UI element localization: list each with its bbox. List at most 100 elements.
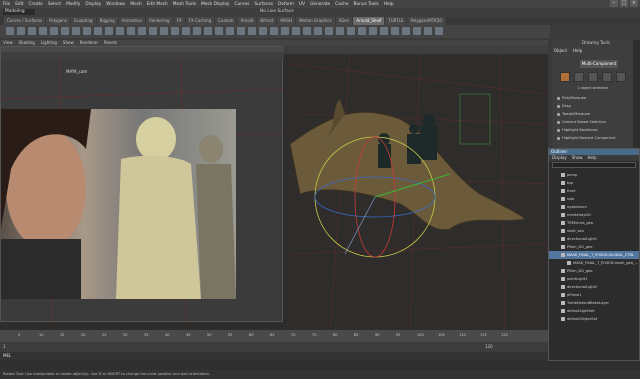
range-start[interactable]: 1 <box>3 344 6 349</box>
shelf-tool-icon[interactable] <box>116 27 124 35</box>
shelf-tool-icon[interactable] <box>226 27 234 35</box>
maximize-icon[interactable]: □ <box>620 0 628 7</box>
shelf-tool-icon[interactable] <box>160 27 168 35</box>
shelf-tool-icon[interactable] <box>413 27 421 35</box>
shelf-tab[interactable]: PolygonsMTK50 <box>407 17 445 25</box>
outliner-row[interactable]: TurtleDefaultBakeLayer <box>549 299 639 307</box>
menu-item-bonus-tools[interactable]: Bonus Tools <box>354 2 379 7</box>
shelf-tab[interactable]: XGen <box>335 17 353 25</box>
outliner-row[interactable]: front <box>549 187 639 195</box>
shelf-tool-icon[interactable] <box>94 27 102 35</box>
shelf-tool-icon[interactable] <box>424 27 432 35</box>
menu-item-help[interactable]: Help <box>384 2 394 7</box>
shelf-tab[interactable]: Rendering <box>146 17 173 25</box>
menu-item-mesh[interactable]: Mesh <box>130 2 141 7</box>
shelf-tab[interactable]: Rigging <box>96 17 118 25</box>
shelf-tool-icon[interactable] <box>182 27 190 35</box>
shelf-tool-icon[interactable] <box>127 27 135 35</box>
menu-item-file[interactable]: File <box>3 2 10 7</box>
outliner-menu-item[interactable]: Show <box>572 155 583 161</box>
menu-item-display[interactable]: Display <box>85 2 101 7</box>
menu-item-deform[interactable]: Deform <box>278 2 294 7</box>
menu-item-cache[interactable]: Cache <box>335 2 348 7</box>
mode-selector[interactable]: Modeling <box>3 9 35 15</box>
shelf-tool-icon[interactable] <box>17 27 25 35</box>
shelf-tool-icon[interactable] <box>171 27 179 35</box>
face-mode-icon[interactable] <box>602 72 612 82</box>
menu-item-edit[interactable]: Edit <box>15 2 23 7</box>
side-tab-strip[interactable] <box>633 40 640 150</box>
close-icon[interactable]: × <box>630 0 638 7</box>
shelf-tool-icon[interactable] <box>204 27 212 35</box>
shelf-tool-icon[interactable] <box>149 27 157 35</box>
option-radio-icon[interactable] <box>557 120 560 124</box>
shelf-tool-icon[interactable] <box>72 27 80 35</box>
shelf-tool-icon[interactable] <box>6 27 14 35</box>
outliner-row[interactable]: MASK_FINAL_T_POSED:GLOBAL_CTRL <box>549 251 639 259</box>
menu-item-generate[interactable]: Generate <box>310 2 330 7</box>
shelf-tab[interactable]: Polygons <box>46 17 70 25</box>
shelf-tool-icon[interactable] <box>314 27 322 35</box>
menu-item-uv[interactable]: UV <box>299 2 305 7</box>
shelf-tool-icon[interactable] <box>193 27 201 35</box>
outliner-row[interactable]: defaultObjectSet <box>549 315 639 323</box>
shelf-tool-icon[interactable] <box>237 27 245 35</box>
shelf-tool-icon[interactable] <box>435 27 443 35</box>
shelf-tool-icon[interactable] <box>248 27 256 35</box>
menu-item-select[interactable]: Select <box>48 2 61 7</box>
option-radio-icon[interactable] <box>557 104 560 108</box>
shelf-tab[interactable]: Custom <box>215 17 237 25</box>
menu-item-mesh-display[interactable]: Mesh Display <box>201 2 230 7</box>
live-surface-label[interactable]: No Live Surface <box>260 9 294 14</box>
shelf-tool-icon[interactable] <box>138 27 146 35</box>
shelf-tool-icon[interactable] <box>259 27 267 35</box>
outliner-menu-item[interactable]: Display <box>552 155 567 161</box>
outliner-row[interactable]: persp <box>549 171 639 179</box>
outliner-search-input[interactable] <box>552 162 636 168</box>
shelf-tab[interactable]: Sculpting <box>70 17 96 25</box>
menu-item-curves[interactable]: Curves <box>234 2 249 7</box>
shelf-tool-icon[interactable] <box>391 27 399 35</box>
outliner-row[interactable]: shoit_san <box>549 227 639 235</box>
range-slider[interactable]: 1 120 <box>0 342 548 352</box>
tool-settings-menu-item[interactable]: Object <box>554 48 567 53</box>
shelf-tool-icon[interactable] <box>336 27 344 35</box>
shelf-tab[interactable]: Animation <box>118 17 146 25</box>
tool-option[interactable]: Drag <box>557 104 571 108</box>
option-radio-icon[interactable] <box>557 128 560 132</box>
shelf-tool-icon[interactable] <box>61 27 69 35</box>
shelf-tool-icon[interactable] <box>39 27 47 35</box>
outliner-row[interactable]: Pillen_DG_geo <box>549 243 639 251</box>
outliner-row[interactable]: TREElines_geo <box>549 219 639 227</box>
shelf-tab[interactable]: Arnold_Shelf <box>353 17 385 25</box>
object-mode-icon[interactable] <box>560 72 570 82</box>
shelf-tool-icon[interactable] <box>292 27 300 35</box>
shelf-tool-icon[interactable] <box>281 27 289 35</box>
shelf-tool-icon[interactable] <box>369 27 377 35</box>
tool-settings-menu-item[interactable]: Help <box>573 48 582 53</box>
shelf-tab[interactable]: Motion Graphics <box>296 17 335 25</box>
outliner-row[interactable]: pPlane1 <box>549 291 639 299</box>
shelf-tab[interactable]: Curves / Surfaces <box>4 17 46 25</box>
menu-item-modify[interactable]: Modify <box>66 2 80 7</box>
range-end[interactable]: 120 <box>485 344 493 349</box>
minimize-icon[interactable]: – <box>610 0 618 7</box>
shelf-tab[interactable]: TURTLE <box>385 17 407 25</box>
tool-option[interactable]: Tweak/Marquee <box>557 112 590 116</box>
vertex-mode-icon[interactable] <box>574 72 584 82</box>
outliner-row[interactable]: mentalrayItl1 <box>549 211 639 219</box>
outliner-menu-item[interactable]: Help <box>588 155 597 161</box>
tool-option[interactable]: Highlight Backfaces <box>557 128 598 132</box>
tool-option[interactable]: Highlight Nearest Component <box>557 136 615 140</box>
shelf-tab[interactable]: FX <box>173 17 185 25</box>
shelf-tool-icon[interactable] <box>402 27 410 35</box>
shelf-tool-icon[interactable] <box>83 27 91 35</box>
menu-item-surfaces[interactable]: Surfaces <box>254 2 273 7</box>
menu-item-edit-mesh[interactable]: Edit Mesh <box>147 2 168 7</box>
shelf-tool-icon[interactable] <box>50 27 58 35</box>
menu-item-create[interactable]: Create <box>29 2 43 7</box>
shelf-tab[interactable]: MASH <box>277 17 296 25</box>
outliner-row[interactable]: MASK_FINAL_T_POSED:mesh_geo_... <box>549 259 639 267</box>
shelf-tool-icon[interactable] <box>28 27 36 35</box>
option-radio-icon[interactable] <box>557 112 560 116</box>
